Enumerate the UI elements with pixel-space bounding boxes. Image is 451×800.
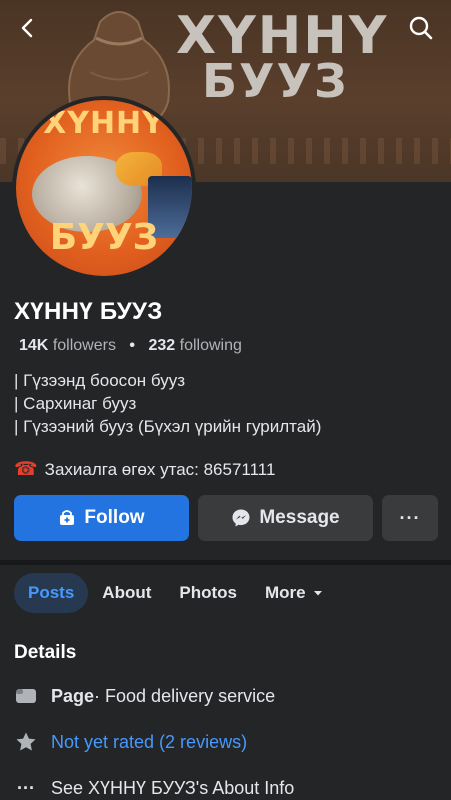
caret-down-icon xyxy=(313,591,322,596)
follow-stats: 14K followers • 232 following xyxy=(19,337,242,355)
tab-label: More xyxy=(265,583,306,602)
message-button[interactable]: Message xyxy=(198,495,373,541)
bio-line: | Гүзээнд боосон бууз xyxy=(14,371,186,390)
avatar-logo-bottom: БУУЗ xyxy=(49,217,159,258)
follow-button-label: Follow xyxy=(84,507,145,528)
about-info-link[interactable]: See ХҮННҮ БУУЗ's About Info xyxy=(51,778,294,799)
avatar-image: ХҮННҮ БУУЗ xyxy=(16,100,192,276)
following-link[interactable]: 232 following xyxy=(148,337,241,354)
bio-line: | Сархинаг бууз xyxy=(14,394,137,413)
bio-line: | Гүзээний бууз (Бүхэл үрийн гурилтай) xyxy=(14,417,322,436)
avatar-logo-top: ХҮННҮ xyxy=(43,106,165,141)
cover-title-line-2: БУУЗ xyxy=(202,54,349,108)
tab-posts[interactable]: Posts xyxy=(14,573,89,613)
ellipsis-icon: ··· xyxy=(399,507,421,528)
more-options-button[interactable]: ··· xyxy=(382,495,438,541)
bio: | Гүзээнд боосон бууз | Сархинаг бууз | … xyxy=(14,369,321,438)
ellipsis-icon: ··· xyxy=(17,777,35,798)
profile-tabs: Posts About Photos More xyxy=(14,573,338,613)
back-button[interactable] xyxy=(10,10,46,46)
add-person-icon xyxy=(60,510,75,525)
following-label: following xyxy=(179,337,242,354)
section-divider xyxy=(0,560,451,565)
search-button[interactable] xyxy=(403,10,439,46)
tab-label: Photos xyxy=(179,583,237,602)
details-heading: Details xyxy=(14,642,77,663)
contact-text: Захиалга өгөх утас: 86571111 xyxy=(44,459,276,479)
followers-link[interactable]: 14K followers xyxy=(19,337,120,354)
following-count: 232 xyxy=(148,337,176,354)
profile-avatar[interactable]: ХҮННҮ БУУЗ xyxy=(12,96,196,280)
followers-count: 14K xyxy=(19,337,49,354)
tab-photos[interactable]: Photos xyxy=(165,573,251,613)
telephone-icon: ☎ xyxy=(14,459,38,480)
page-category-row: Page · Food delivery service xyxy=(14,684,275,708)
separator-dot: • xyxy=(129,337,136,354)
tab-about[interactable]: About xyxy=(88,573,165,613)
contact-info: ☎ Захиалга өгөх утас: 86571111 xyxy=(14,458,275,481)
page-icon xyxy=(14,684,38,708)
message-button-label: Message xyxy=(259,507,340,528)
star-icon xyxy=(14,730,38,754)
follow-button[interactable]: Follow xyxy=(14,495,189,541)
page-category: · Food delivery service xyxy=(94,685,276,706)
followers-label: followers xyxy=(52,337,116,354)
about-info-row[interactable]: ··· See ХҮННҮ БУУЗ's About Info xyxy=(14,776,294,800)
rating-link[interactable]: Not yet rated (2 reviews) xyxy=(51,732,247,753)
profile-page: ХҮННҮ БУУЗ ХҮННҮ БУУЗ ХҮННҮ БУУЗ 14K fol… xyxy=(0,0,451,800)
rating-row[interactable]: Not yet rated (2 reviews) xyxy=(14,730,247,754)
page-label: Page xyxy=(51,685,95,706)
tab-label: About xyxy=(102,583,152,602)
tab-more[interactable]: More xyxy=(251,573,338,613)
search-icon xyxy=(409,16,433,40)
page-title: ХҮННҮ БУУЗ xyxy=(14,298,163,325)
tab-label: Posts xyxy=(28,583,75,602)
messenger-icon xyxy=(232,509,250,527)
back-arrow-icon xyxy=(21,18,33,38)
